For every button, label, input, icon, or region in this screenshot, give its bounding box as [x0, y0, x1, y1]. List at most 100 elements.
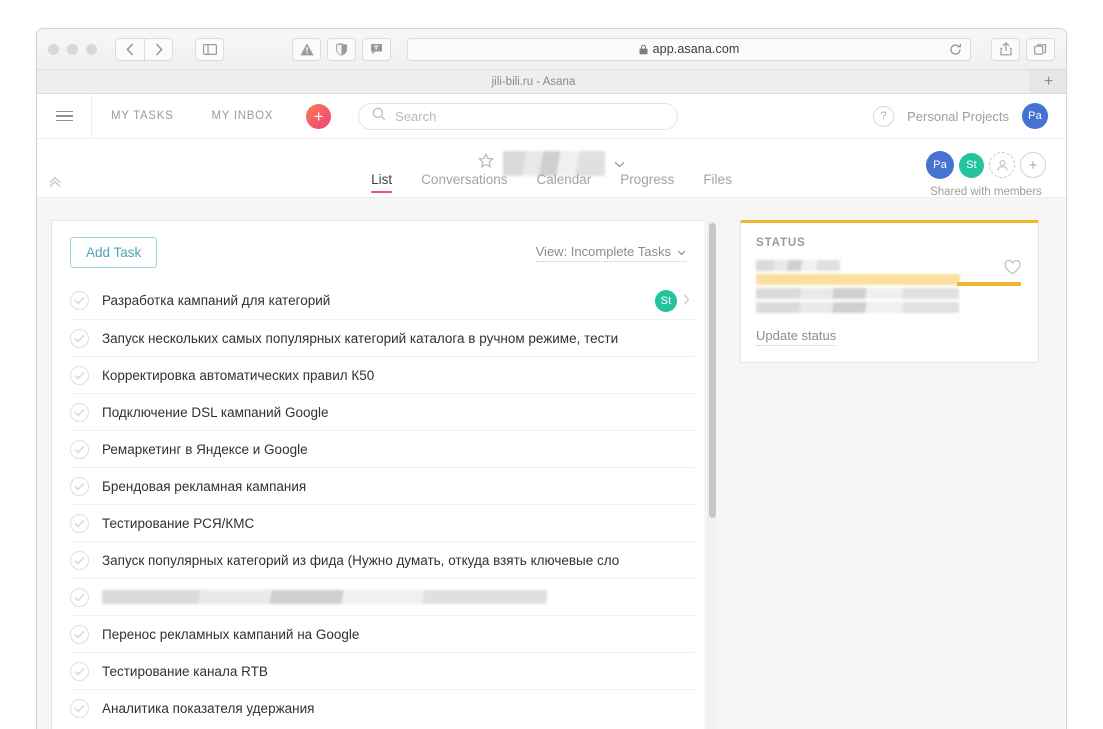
avatar[interactable]: Pa [1022, 103, 1048, 129]
status-card: STATUS Update status [740, 220, 1039, 363]
help-icon[interactable]: ? [873, 105, 895, 127]
task-complete-checkbox-icon[interactable] [70, 402, 89, 422]
maximize-window-button[interactable] [86, 43, 97, 55]
status-accent-bar [957, 282, 1021, 286]
project-members: Pa St + Shared with members [926, 151, 1046, 198]
workspace-label[interactable]: Personal Projects [907, 109, 1009, 124]
minimize-window-button[interactable] [67, 43, 78, 55]
lock-icon [639, 44, 648, 55]
sidebar-toggle-button[interactable] [195, 37, 224, 61]
project-header: List Conversations Calendar Progress Fil… [37, 139, 1066, 198]
shared-with-members-label: Shared with members [930, 186, 1042, 198]
task-complete-checkbox-icon[interactable] [70, 328, 89, 348]
add-member-button[interactable]: + [1020, 152, 1046, 178]
back-button[interactable] [115, 37, 144, 61]
task-complete-checkbox-icon[interactable] [70, 661, 89, 681]
tab-progress[interactable]: Progress [620, 172, 674, 193]
tab-conversations[interactable]: Conversations [421, 172, 507, 193]
close-window-button[interactable] [48, 43, 59, 55]
task-complete-checkbox-icon[interactable] [70, 513, 89, 533]
tab-calendar[interactable]: Calendar [536, 172, 591, 193]
search-icon [372, 107, 386, 126]
task-name-redacted [102, 590, 547, 604]
view-filter-dropdown[interactable]: View: Incomplete Tasks [535, 243, 686, 262]
app-body: Add Task View: Incomplete Tasks Разработ… [37, 198, 1066, 729]
task-list-panel: Add Task View: Incomplete Tasks Разработ… [51, 220, 716, 729]
quick-add-button[interactable]: + [306, 103, 332, 129]
heart-icon[interactable] [1004, 259, 1021, 280]
task-row[interactable]: Перенос рекламных кампаний на Google [70, 615, 694, 652]
share-button[interactable] [991, 37, 1020, 61]
task-complete-checkbox-icon[interactable] [70, 624, 89, 644]
task-row[interactable]: Запуск нескольких самых популярных катег… [70, 319, 694, 356]
search-input[interactable]: Search [358, 102, 679, 130]
task-row[interactable]: Брендовая рекламная кампания [70, 467, 694, 504]
status-text-redacted-line-4 [756, 302, 959, 313]
address-bar[interactable]: app.asana.com [407, 37, 971, 61]
member-avatar-pa[interactable]: Pa [926, 151, 954, 179]
task-row[interactable]: Корректировка автоматических правил К50 [70, 356, 694, 393]
browser-window: app.asana.com jili-bili.ru - Asana + MY … [36, 28, 1067, 729]
member-avatar-st[interactable]: St [959, 152, 984, 178]
task-complete-checkbox-icon[interactable] [70, 698, 89, 718]
task-row[interactable]: Подключение DSL кампаний Google [70, 393, 694, 430]
tab-files[interactable]: Files [703, 172, 732, 193]
task-name: Аналитика показателя удержания [102, 700, 315, 716]
task-row[interactable]: Тестирование РСЯ/КМС [70, 504, 694, 541]
add-task-button[interactable]: Add Task [70, 237, 158, 268]
nav-my-inbox[interactable]: MY INBOX [192, 110, 292, 122]
star-icon[interactable] [478, 152, 494, 174]
tabs-overview-button[interactable] [1026, 37, 1055, 61]
task-name: Запуск нескольких самых популярных катег… [102, 330, 619, 346]
nav-my-tasks[interactable]: MY TASKS [92, 110, 192, 122]
forward-button[interactable] [144, 37, 173, 61]
chevron-down-icon[interactable] [614, 155, 625, 173]
status-text-redacted-line-2 [756, 274, 960, 285]
task-name: Тестирование канала RTB [102, 663, 268, 679]
task-name: Брендовая рекламная кампания [102, 478, 307, 494]
task-name: Перенос рекламных кампаний на Google [102, 626, 360, 642]
task-row[interactable]: Разработка кампаний для категорий St [70, 282, 694, 319]
url-text: app.asana.com [652, 42, 740, 56]
new-tab-plus-icon: + [1043, 72, 1054, 90]
browser-tab[interactable]: jili-bili.ru - Asana [37, 70, 1030, 93]
task-complete-checkbox-icon[interactable] [70, 439, 89, 459]
task-complete-checkbox-icon[interactable] [70, 550, 89, 570]
task-assignee-avatar[interactable]: St [655, 289, 677, 312]
status-card-title: STATUS [756, 237, 806, 249]
scrollbar-thumb[interactable] [709, 223, 716, 518]
browser-toolbar: app.asana.com [37, 29, 1066, 70]
status-text-redacted-line-3 [756, 288, 959, 299]
task-complete-checkbox-icon[interactable] [70, 291, 89, 310]
shield-icon[interactable] [327, 37, 356, 61]
task-list-scrollbar[interactable] [707, 221, 716, 729]
task-name: Подключение DSL кампаний Google [102, 404, 329, 420]
tab-list[interactable]: List [371, 172, 393, 193]
task-row[interactable] [70, 578, 694, 615]
task-name: Корректировка автоматических правил К50 [102, 367, 375, 383]
new-tab-button[interactable]: + [1030, 70, 1066, 93]
task-list-header: Add Task View: Incomplete Tasks [52, 221, 704, 282]
warning-triangle-icon[interactable] [292, 37, 321, 61]
task-row[interactable]: Тестирование канала RTB [70, 652, 694, 689]
task-complete-checkbox-icon[interactable] [70, 587, 89, 607]
task-row-right: St [655, 289, 690, 312]
task-row[interactable]: Ремаркетинг в Яндексе и Google [70, 430, 694, 467]
task-complete-checkbox-icon[interactable] [70, 365, 89, 385]
topbar-right: ? Personal Projects Pa [873, 103, 1048, 129]
search-placeholder: Search [395, 108, 437, 124]
person-dashed-icon[interactable] [989, 152, 1015, 178]
hamburger-menu-icon[interactable] [37, 93, 92, 139]
chevron-right-icon[interactable] [683, 292, 690, 310]
status-text-redacted-line-1 [756, 260, 840, 271]
task-complete-checkbox-icon[interactable] [70, 476, 89, 496]
flag-icon[interactable] [362, 37, 391, 61]
update-status-link[interactable]: Update status [756, 328, 837, 346]
task-row[interactable]: Аналитика показателя удержания [70, 689, 694, 726]
view-filter-label: View: Incomplete Tasks [535, 243, 671, 259]
task-name: Запуск популярных категорий из фида (Нуж… [102, 552, 620, 568]
task-row[interactable]: Запуск популярных категорий из фида (Нуж… [70, 541, 694, 578]
navigation-buttons [115, 37, 173, 61]
reload-button[interactable] [949, 43, 962, 56]
toolbar-right-buttons [991, 37, 1055, 61]
